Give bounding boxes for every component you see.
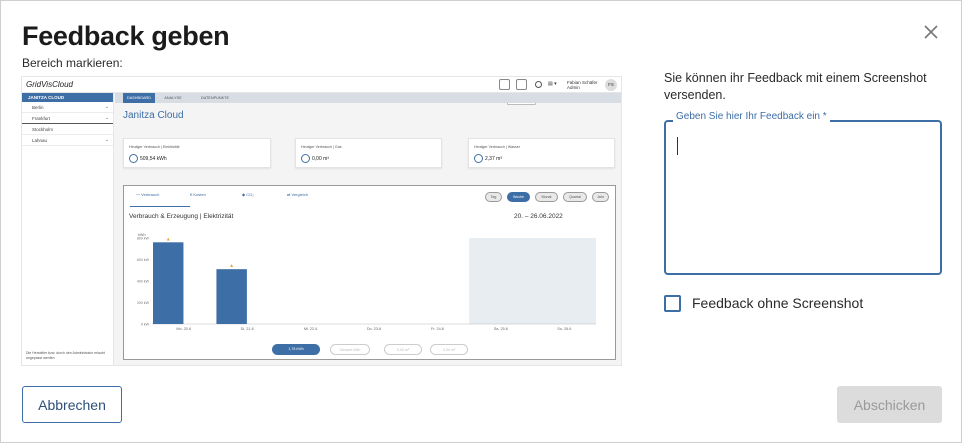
- feedback-field[interactable]: [664, 120, 942, 275]
- screenshot-preview[interactable]: GridVisCloud ▤ ▾ Fabian Schäfer Admin FS …: [21, 76, 622, 366]
- preview-tab-datenpunkte: DATENPUNKTE: [201, 96, 229, 100]
- no-screenshot-checkbox[interactable]: [664, 295, 681, 312]
- chart-y-tick: 400 kW: [137, 279, 150, 283]
- chart-x-tick: Mi. 22.6: [304, 327, 318, 331]
- chart-x-tick: So. 26.6: [557, 327, 571, 331]
- preview-sidebar-item: Lahnau ⌄: [22, 135, 113, 146]
- preview-tab-dashboard: DASHBOARD: [123, 93, 155, 103]
- preview-chart-tab: 〰 Verbrauch: [136, 192, 160, 197]
- preview-legend-item: Gesamt kWh: [330, 344, 370, 355]
- preview-period-pill: Quartal: [563, 192, 587, 202]
- chart-x-tick: Di. 21.6: [241, 327, 254, 331]
- dialog-title: Feedback geben: [22, 21, 230, 51]
- preview-user: Fabian Schäfer Admin: [567, 80, 598, 90]
- chart-bar: [216, 269, 247, 324]
- chevron-down-icon: ⌄: [104, 115, 109, 121]
- lightning-icon: [129, 154, 138, 163]
- preview-chart-tab: ⇄ Vergleich: [287, 192, 308, 197]
- preview-sidebar: JANITZA CLOUD Berlin ⌄ Frankfurt ⌄ Stockho…: [22, 93, 114, 365]
- chevron-down-icon: ⌄: [104, 137, 109, 143]
- preview-sidebar-item: Frankfurt ⌄: [22, 113, 113, 124]
- text-caret: [677, 137, 678, 155]
- preview-chart-tab: ◆ CO₂: [242, 192, 254, 197]
- preview-legend-item: 0,00 m³: [384, 344, 422, 355]
- chart-x-tick: Fr. 24.6: [431, 327, 444, 331]
- preview-app-title: Janitza Cloud: [123, 110, 184, 121]
- chevron-down-icon: ⌄: [104, 104, 109, 110]
- chart-bar: [153, 242, 184, 324]
- preview-bar-chart: kWh0 kW200 kW400 kW600 kW800 kW ▲Mo. 20.6…: [137, 233, 596, 331]
- preview-date-range: 20. – 26.06.2022: [514, 213, 563, 220]
- chart-y-tick: 0 kW: [141, 322, 150, 326]
- preview-chart-panel: 〰 Verbrauch € Kosten ◆ CO₂ ⇄ Vergleich T…: [123, 185, 616, 360]
- chart-y-tick: 200 kW: [137, 301, 150, 305]
- preview-chart-tab-underline: [130, 206, 190, 207]
- close-icon[interactable]: [921, 22, 941, 42]
- preview-topbar: GridVisCloud ▤ ▾ Fabian Schäfer Admin FS: [22, 77, 621, 93]
- preview-period-pill: Monat: [535, 192, 558, 202]
- cancel-button[interactable]: Abbrechen: [22, 386, 122, 423]
- preview-card: Heutiger Verbrauch | Wasser 2,37 m³: [468, 138, 615, 168]
- preview-sidebar-header: JANITZA CLOUD: [22, 93, 113, 102]
- preview-sidebar-footer: Die Hersteller bzw. durch den Administra…: [26, 351, 105, 360]
- preview-gear-icon: [533, 79, 544, 90]
- dialog-subtitle: Bereich markieren:: [22, 56, 123, 70]
- preview-period-pill: Woche: [507, 192, 530, 202]
- chart-y-tick: 600 kW: [137, 258, 150, 262]
- preview-period-pill: Tag: [485, 192, 502, 202]
- feedback-field-label: Geben Sie hier Ihr Feedback ein *: [673, 111, 830, 122]
- preview-legend-item: 0,00 m³: [430, 344, 468, 355]
- preview-chart-tab: € Kosten: [190, 192, 206, 197]
- preview-tabs: DASHBOARD ANALYSE DATENPUNKTE: [115, 93, 621, 103]
- preview-logo: GridVisCloud: [26, 80, 73, 89]
- preview-logo-sub: Cloud: [52, 80, 73, 89]
- preview-feedback-icon: [516, 79, 527, 90]
- preview-avatar: FS: [605, 79, 617, 91]
- preview-legend-item: 1,78 kWh: [272, 344, 320, 355]
- chart-y-tick: 800 kW: [137, 236, 150, 240]
- preview-period-pill: Jahr: [592, 192, 609, 202]
- preview-chart-title: Verbrauch & Erzeugung | Elektrizität: [129, 213, 234, 220]
- preview-sidebar-item: Berlin ⌄: [22, 102, 113, 113]
- feedback-dialog: Feedback geben Bereich markieren: GridVi…: [0, 0, 962, 443]
- preview-search-icon: [499, 79, 510, 90]
- preview-sidebar-item: Stockholm: [22, 124, 113, 135]
- submit-button[interactable]: Abschicken: [837, 386, 942, 423]
- warning-icon: ▲: [166, 236, 171, 242]
- preview-card: Heutiger Verbrauch | Gas 0,00 m³: [295, 138, 442, 168]
- preview-card: Heutiger Verbrauch | Elektrizität 509,54 …: [123, 138, 271, 168]
- no-screenshot-label[interactable]: Feedback ohne Screenshot: [692, 295, 863, 311]
- warning-icon: ▲: [229, 263, 234, 269]
- info-text: Sie können ihr Feedback mit einem Screen…: [664, 71, 927, 102]
- chart-x-tick: Do. 23.6: [367, 327, 381, 331]
- preview-tab-analyse: ANALYSE: [164, 96, 182, 100]
- chart-highlight-region: [469, 238, 596, 324]
- feedback-textarea[interactable]: [678, 136, 928, 256]
- chart-x-tick: Mo. 20.6: [176, 327, 191, 331]
- flame-icon: [301, 154, 310, 163]
- water-icon: [474, 154, 483, 163]
- preview-language-icon: ▤ ▾: [548, 81, 557, 87]
- chart-x-tick: Sa. 25.6: [494, 327, 508, 331]
